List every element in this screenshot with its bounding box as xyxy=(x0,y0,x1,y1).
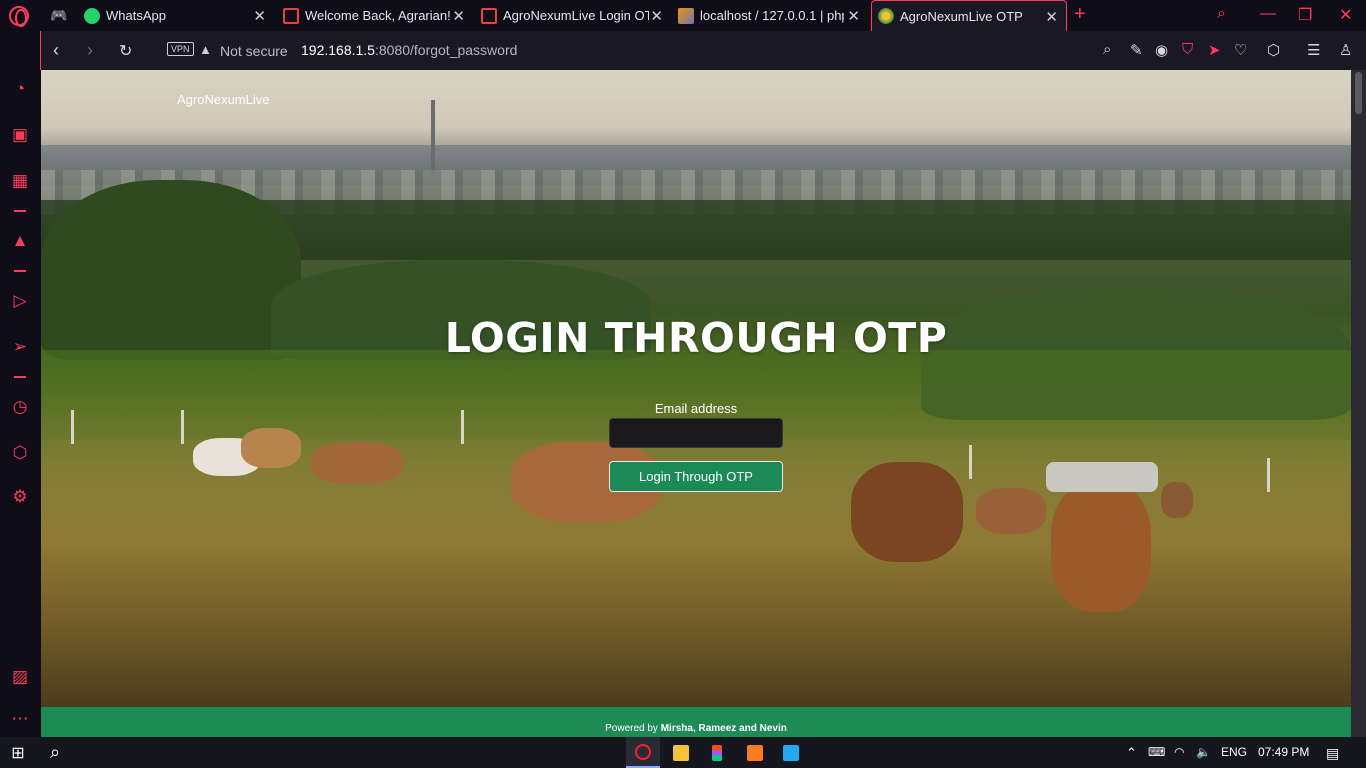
background-chimney xyxy=(431,100,435,180)
security-status[interactable]: Not secure xyxy=(220,43,288,59)
tab-bar: 🎮 WhatsApp ✕ Welcome Back, Agrarian! - ✕… xyxy=(0,0,1366,31)
forward-icon[interactable]: › xyxy=(87,40,93,61)
tab-title: WhatsApp xyxy=(106,8,166,23)
browser-sidebar: ◔ ▣ ▦ ▲ ▷ ➢ ◷ ⬡ ⚙ ▨ ⋯ xyxy=(0,31,40,737)
vpn-badge[interactable]: VPN xyxy=(167,42,194,56)
email-label: Email address xyxy=(654,401,738,416)
aria-ai-icon[interactable]: ▲ xyxy=(10,231,30,251)
gallery-icon[interactable]: ▨ xyxy=(10,667,30,687)
easy-setup-icon[interactable]: ☰ xyxy=(1307,41,1320,59)
settings-gear-icon[interactable]: ⚙ xyxy=(10,487,30,507)
minimize-icon[interactable]: — xyxy=(1260,5,1276,23)
gmail-icon xyxy=(481,7,497,24)
send-icon[interactable]: ➢ xyxy=(10,337,30,357)
briefcase-icon[interactable]: ▣ xyxy=(10,125,30,145)
close-window-icon[interactable]: ✕ xyxy=(1339,5,1352,25)
url-host: 192.168.1.5 xyxy=(301,42,375,58)
footer-credits: Powered by Mirsha, Rameez and Nevin xyxy=(41,723,1351,734)
tray-chevron-icon[interactable]: ⌃ xyxy=(1126,745,1137,761)
taskbar-file-explorer-icon[interactable] xyxy=(664,737,698,768)
heart-icon[interactable]: ♡ xyxy=(1234,41,1247,59)
address-bar[interactable]: 192.168.1.5:8080/forgot_password xyxy=(301,42,517,58)
tab-phpmyadmin[interactable]: localhost / 127.0.0.1 | phpM ✕ xyxy=(678,0,868,31)
taskbar-figma-icon[interactable] xyxy=(700,737,734,768)
sidebar-divider xyxy=(14,376,26,378)
adblock-shield-icon[interactable]: ⛉ xyxy=(1182,41,1193,58)
email-input[interactable] xyxy=(609,418,783,448)
search-icon[interactable]: ⌕ xyxy=(40,737,70,768)
extensions-cube-icon[interactable]: ⬡ xyxy=(1267,41,1280,59)
warning-icon: ▲ xyxy=(199,42,212,57)
opera-logo-icon[interactable] xyxy=(9,6,29,27)
tab-title: AgroNexumLive OTP xyxy=(900,8,1023,24)
fence-post xyxy=(969,445,972,479)
taskbar-opera-icon[interactable] xyxy=(626,737,660,768)
back-icon[interactable]: ‹ xyxy=(53,40,59,61)
url-path: :8080/forgot_password xyxy=(374,42,518,58)
close-icon[interactable]: ✕ xyxy=(1045,8,1058,26)
cow xyxy=(241,428,301,468)
tab-agronexum-otp[interactable]: AgroNexumLive OTP ✕ xyxy=(871,0,1067,31)
taskbar-vscode-icon[interactable] xyxy=(774,737,808,768)
water-tank xyxy=(1046,462,1158,492)
cow xyxy=(1161,482,1193,518)
whatsapp-icon xyxy=(84,7,100,24)
tab-title: localhost / 127.0.0.1 | phpM xyxy=(700,8,844,23)
site-favicon-icon xyxy=(878,8,894,24)
phpmyadmin-icon xyxy=(678,7,694,24)
gaming-icon[interactable]: 🎮 xyxy=(50,0,72,31)
fence-post xyxy=(1267,458,1270,492)
tab-gmail-welcome[interactable]: Welcome Back, Agrarian! - ✕ xyxy=(283,0,473,31)
notifications-icon[interactable]: ▤ xyxy=(1326,745,1339,762)
page-footer: Powered by Mirsha, Rameez and Nevin xyxy=(41,707,1351,737)
ime-icon[interactable]: ⌨ xyxy=(1148,745,1165,759)
taskbar-xampp-icon[interactable] xyxy=(738,737,772,768)
player-icon[interactable]: ▷ xyxy=(10,291,30,311)
site-brand[interactable]: AgroNexumLive xyxy=(177,92,270,107)
more-dots-icon[interactable]: ⋯ xyxy=(10,709,30,729)
cow xyxy=(1051,482,1151,612)
wifi-icon[interactable]: ◠ xyxy=(1174,745,1184,759)
close-icon[interactable]: ✕ xyxy=(650,7,663,25)
language-indicator[interactable]: ENG xyxy=(1221,745,1247,759)
history-clock-icon[interactable]: ◷ xyxy=(10,397,30,417)
cow xyxy=(311,442,403,484)
footer-names: Mirsha, Rameez and Nevin xyxy=(660,723,787,734)
tab-whatsapp[interactable]: WhatsApp ✕ xyxy=(84,0,274,31)
clock[interactable]: 07:49 PM xyxy=(1258,745,1309,759)
chip-icon[interactable]: ▦ xyxy=(10,171,30,191)
search-icon[interactable]: ⌕ xyxy=(1217,5,1226,23)
windows-start-icon[interactable]: ⊞ xyxy=(0,737,36,768)
sidebar-divider xyxy=(14,270,26,272)
tab-title: Welcome Back, Agrarian! - xyxy=(305,8,455,23)
restore-icon[interactable]: ❐ xyxy=(1298,5,1312,25)
search-page-icon[interactable]: ⌕ xyxy=(1103,41,1111,58)
cow xyxy=(976,488,1046,534)
windows-taskbar: ⊞ ⌕ ⌃ ⌨ ◠ 🔈 ENG 07:49 PM ▤ xyxy=(0,737,1366,768)
sidebar-divider xyxy=(14,210,26,212)
reload-icon[interactable]: ↻ xyxy=(119,41,132,61)
page-scrollbar[interactable] xyxy=(1351,70,1366,737)
speed-dial-icon[interactable]: ◔ xyxy=(10,79,30,99)
scrollbar-thumb[interactable] xyxy=(1355,72,1362,114)
close-icon[interactable]: ✕ xyxy=(452,7,465,25)
tab-title: AgroNexumLive Login OTP xyxy=(503,8,649,23)
cow xyxy=(851,462,963,562)
profile-icon[interactable]: ♙ xyxy=(1339,41,1352,59)
close-icon[interactable]: ✕ xyxy=(253,7,266,25)
page-title: LOGIN THROUGH OTP xyxy=(444,314,948,362)
flow-send-icon[interactable]: ➤ xyxy=(1208,41,1221,59)
tab-gmail-otp[interactable]: AgroNexumLive Login OTP ✕ xyxy=(481,0,671,31)
footer-prefix: Powered by xyxy=(605,723,661,734)
address-toolbar: ‹ › ↻ VPN ▲ Not secure 192.168.1.5:8080/… xyxy=(40,31,1366,70)
gmail-icon xyxy=(283,7,299,24)
close-icon[interactable]: ✕ xyxy=(847,7,860,25)
new-tab-plus-icon[interactable]: + xyxy=(1074,3,1086,26)
camera-icon[interactable]: ◉ xyxy=(1155,41,1168,59)
box-icon[interactable]: ⬡ xyxy=(10,443,30,463)
page-hero: AgroNexumLive LOGIN THROUGH OTP Email ad… xyxy=(41,70,1351,707)
edit-icon[interactable]: ✎ xyxy=(1130,41,1143,59)
volume-icon[interactable]: 🔈 xyxy=(1196,745,1211,759)
login-through-otp-button[interactable]: Login Through OTP xyxy=(609,461,783,492)
